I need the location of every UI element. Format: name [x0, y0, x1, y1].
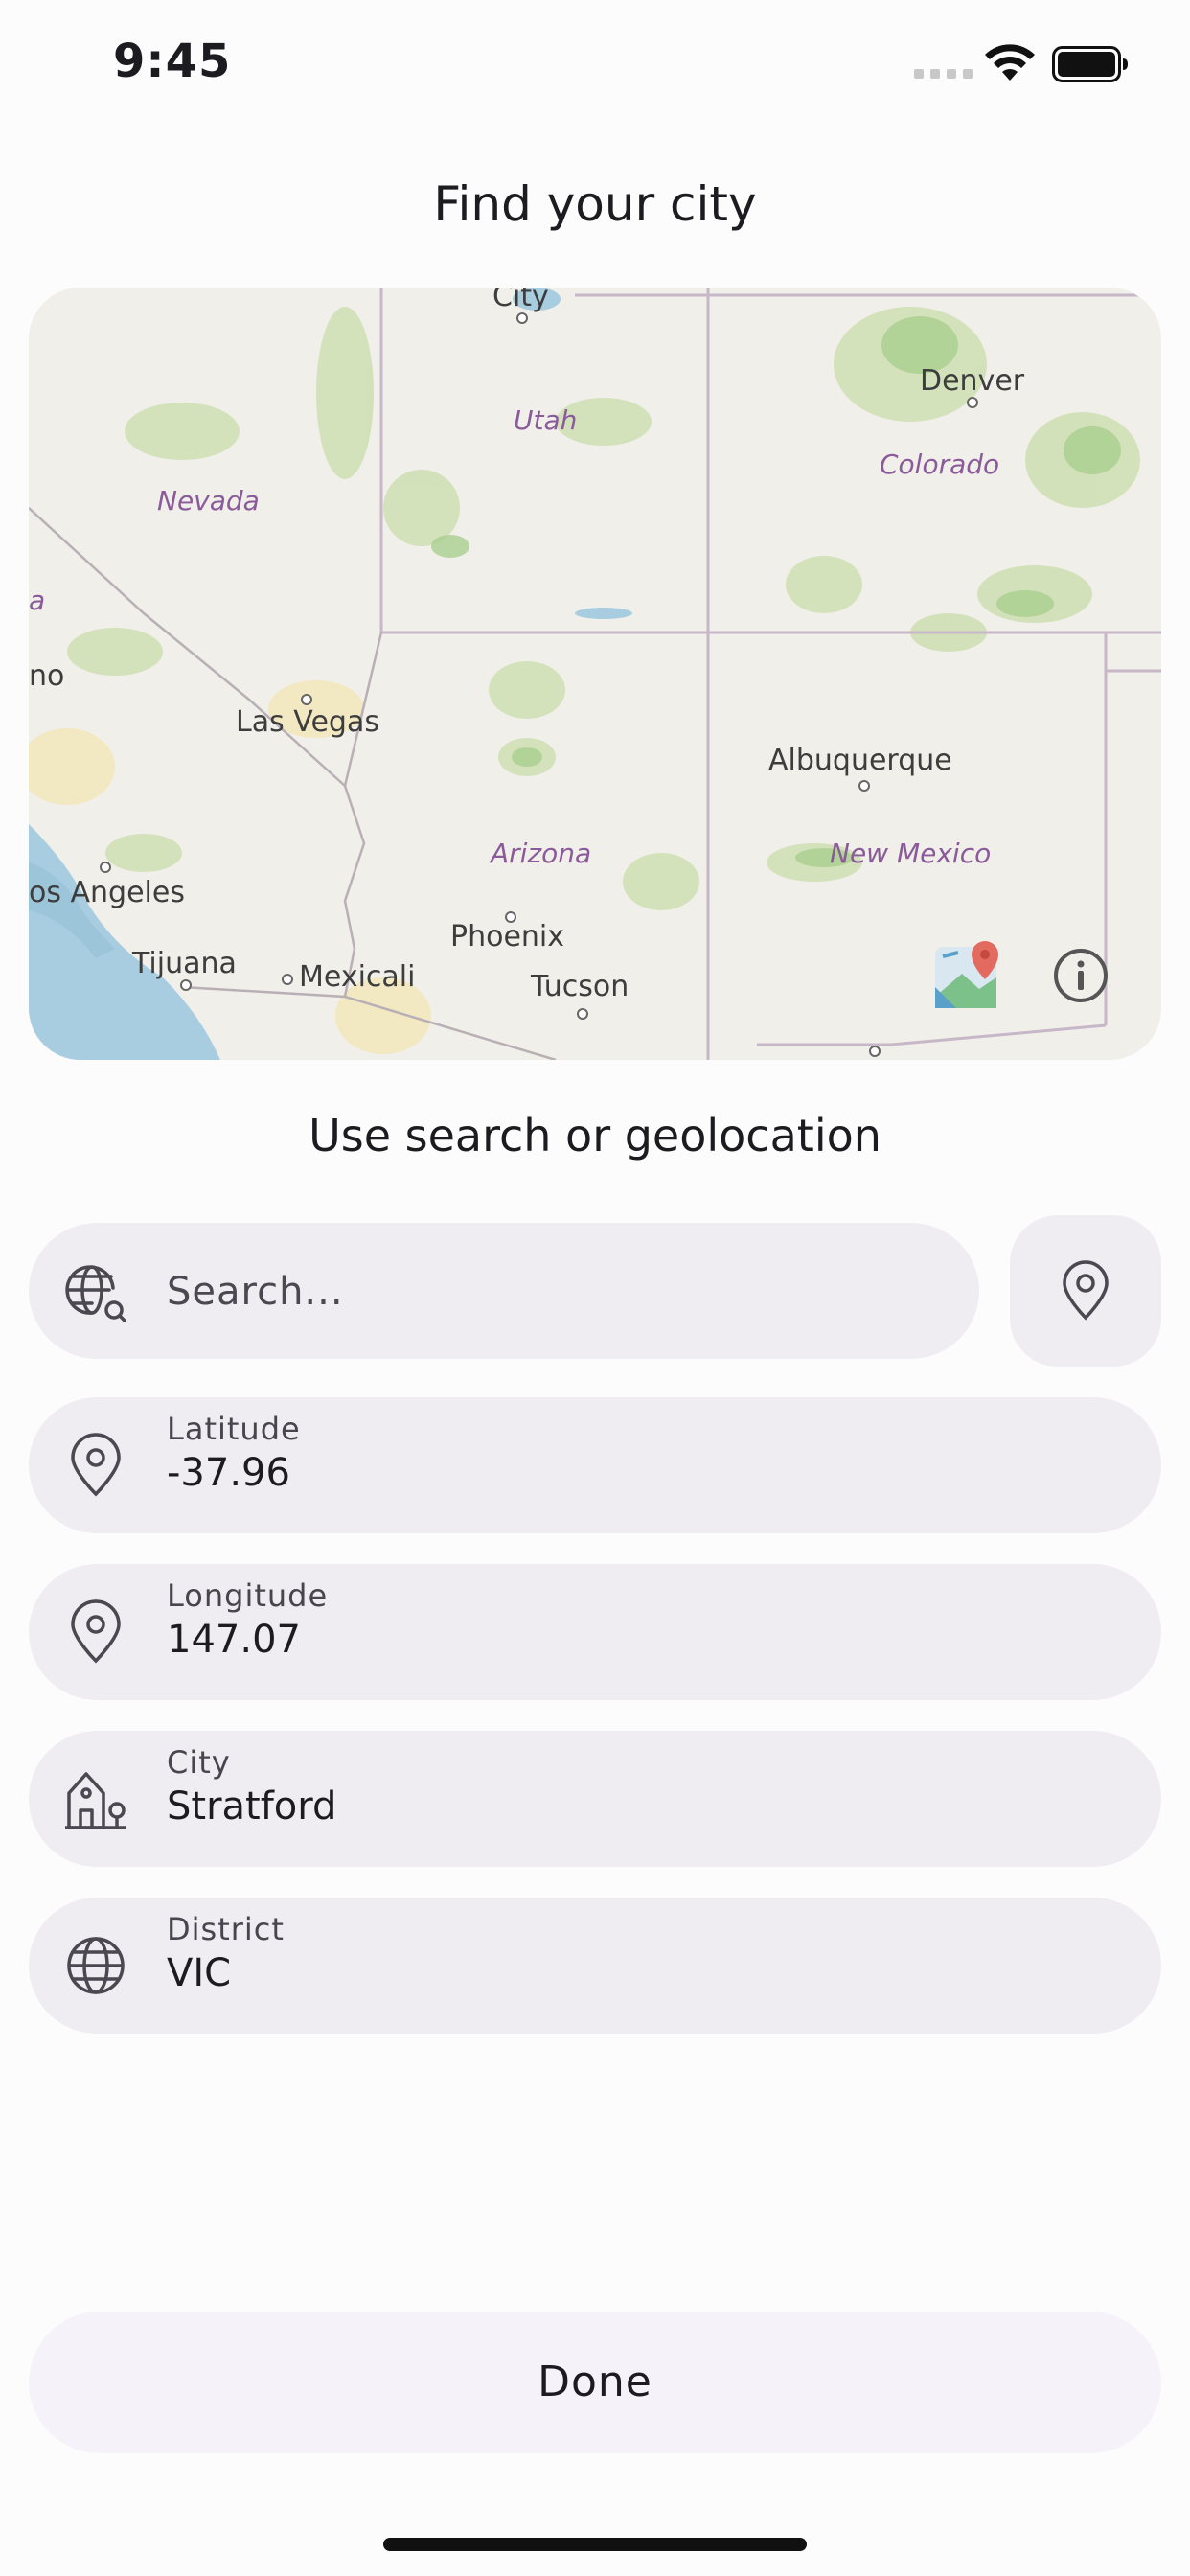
- find-city-screen: 9:45 Find your city City Utah Denver Col…: [0, 0, 1190, 2576]
- map-label-edge-no: no: [29, 659, 65, 693]
- map-label-phoenix: Phoenix: [450, 920, 565, 954]
- district-label: District: [167, 1911, 285, 1947]
- home-indicator: [383, 2538, 807, 2551]
- search-input[interactable]: [167, 1261, 952, 1322]
- city-value[interactable]: Stratford: [167, 1784, 336, 1828]
- map-label-city: City: [492, 288, 549, 313]
- latitude-label: Latitude: [167, 1411, 301, 1447]
- map-label-nevada: Nevada: [157, 485, 260, 517]
- longitude-field[interactable]: Longitude 147.07: [29, 1564, 1161, 1700]
- district-field[interactable]: District VIC: [29, 1898, 1161, 2034]
- map-label-mexicali: Mexicali: [299, 960, 416, 994]
- city-label: City: [167, 1744, 231, 1781]
- map-label-los-angeles: os Angeles: [29, 876, 185, 909]
- latitude-field[interactable]: Latitude -37.96: [29, 1397, 1161, 1533]
- geolocation-button[interactable]: [1010, 1215, 1161, 1367]
- map-label-utah: Utah: [514, 404, 578, 436]
- location-pin-icon: [71, 1599, 121, 1664]
- longitude-value[interactable]: 147.07: [167, 1618, 301, 1662]
- map-label-las-vegas: Las Vegas: [236, 705, 379, 739]
- status-time: 9:45: [113, 34, 232, 88]
- battery-icon: [1052, 46, 1128, 82]
- latitude-value[interactable]: -37.96: [167, 1451, 290, 1495]
- house-icon: [65, 1772, 126, 1829]
- wifi-icon: [985, 44, 1035, 80]
- map-label-tucson: Tucson: [531, 970, 629, 1003]
- map-label-denver: Denver: [920, 364, 1025, 398]
- globe-icon: [67, 1937, 125, 1994]
- map-label-albuquerque: Albuquerque: [768, 744, 952, 777]
- search-field[interactable]: [29, 1223, 979, 1359]
- section-subtitle: Use search or geolocation: [309, 1110, 881, 1162]
- map-view[interactable]: City Utah Denver Colorado Nevada a no La…: [29, 288, 1161, 1060]
- cellular-signal-icon: [914, 69, 973, 79]
- map-label-tijuana: Tijuana: [132, 947, 237, 980]
- map-label-new-mexico: New Mexico: [830, 838, 992, 869]
- map-label-edge-a: a: [29, 585, 46, 616]
- globe-search-icon: [65, 1265, 126, 1322]
- location-pin-icon: [71, 1433, 121, 1497]
- longitude-label: Longitude: [167, 1577, 329, 1614]
- map-label-colorado: Colorado: [880, 448, 1000, 480]
- city-field[interactable]: City Stratford: [29, 1731, 1161, 1867]
- info-icon[interactable]: [1052, 947, 1110, 1004]
- done-button[interactable]: Done: [29, 2312, 1161, 2453]
- district-value[interactable]: VIC: [167, 1951, 231, 1995]
- status-bar: 9:45: [0, 0, 1190, 134]
- location-pin-icon: [1063, 1260, 1109, 1321]
- maps-app-icon[interactable]: [933, 939, 1006, 1012]
- page-title: Find your city: [433, 176, 757, 232]
- map-label-arizona: Arizona: [491, 838, 592, 869]
